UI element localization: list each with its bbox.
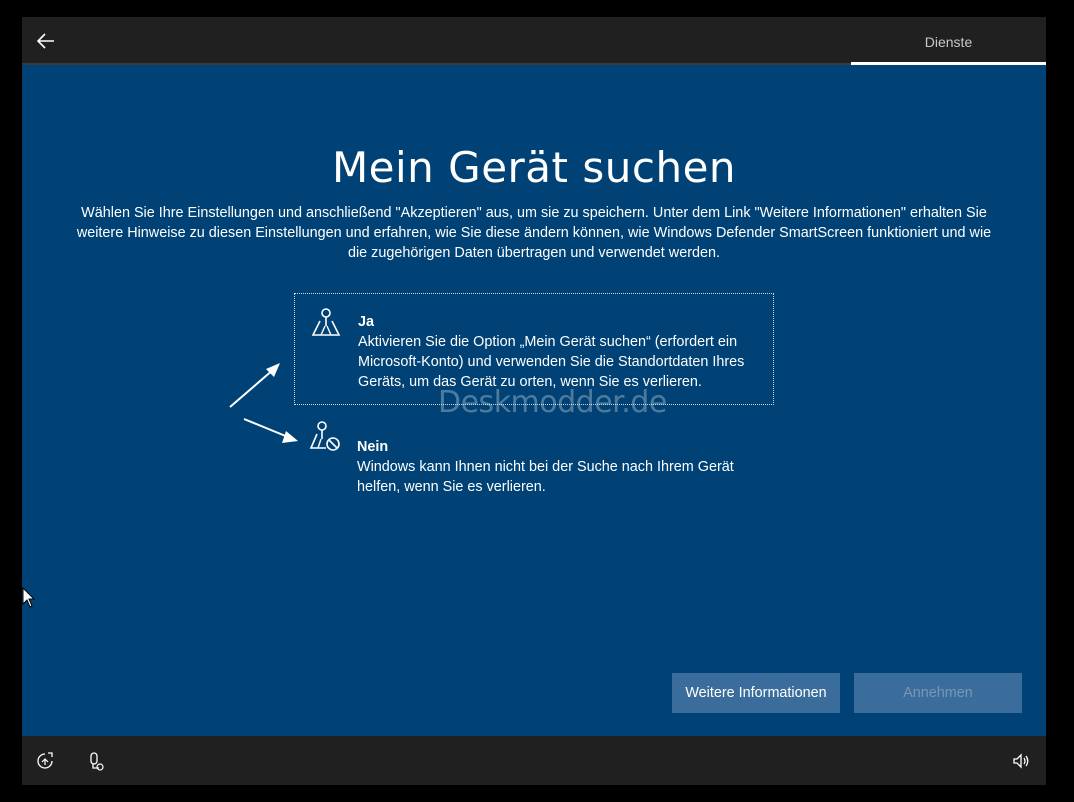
- intro-text: Wählen Sie Ihre Einstellungen und anschl…: [76, 205, 992, 261]
- option-ja[interactable]: Ja Aktivieren Sie die Option „Mein Gerät…: [294, 293, 774, 405]
- back-button[interactable]: [34, 29, 58, 53]
- tab-dienste[interactable]: Dienste: [851, 17, 1046, 64]
- mouse-cursor-icon: [22, 587, 36, 608]
- option-ja-description: Aktivieren Sie die Option „Mein Gerät su…: [358, 334, 745, 390]
- option-nein-label: Nein: [357, 439, 389, 455]
- option-ja-label: Ja: [358, 314, 375, 330]
- page-title: Mein Gerät suchen: [331, 143, 737, 192]
- more-info-button[interactable]: Weitere Informationen: [672, 673, 840, 713]
- microphone-icon[interactable]: [84, 750, 106, 772]
- bottom-bar: [22, 736, 1046, 785]
- map-pin-icon: [309, 306, 343, 340]
- option-nein[interactable]: Nein Windows kann Ihnen nicht bei der Su…: [294, 407, 772, 495]
- tab-active-indicator: [851, 62, 1046, 65]
- ease-of-access-icon[interactable]: [34, 750, 56, 772]
- map-pin-blocked-icon: [308, 419, 342, 453]
- accept-button[interactable]: Annehmen: [854, 673, 1022, 713]
- option-nein-description: Windows kann Ihnen nicht bei der Suche n…: [357, 459, 734, 495]
- oobe-window: Dienste Mein Gerät suchen Wählen Sie Ihr…: [22, 17, 1046, 785]
- back-arrow-icon: [36, 33, 54, 49]
- top-bar-divider: [22, 63, 851, 65]
- volume-icon[interactable]: [1010, 750, 1032, 772]
- top-bar: Dienste: [22, 17, 1046, 65]
